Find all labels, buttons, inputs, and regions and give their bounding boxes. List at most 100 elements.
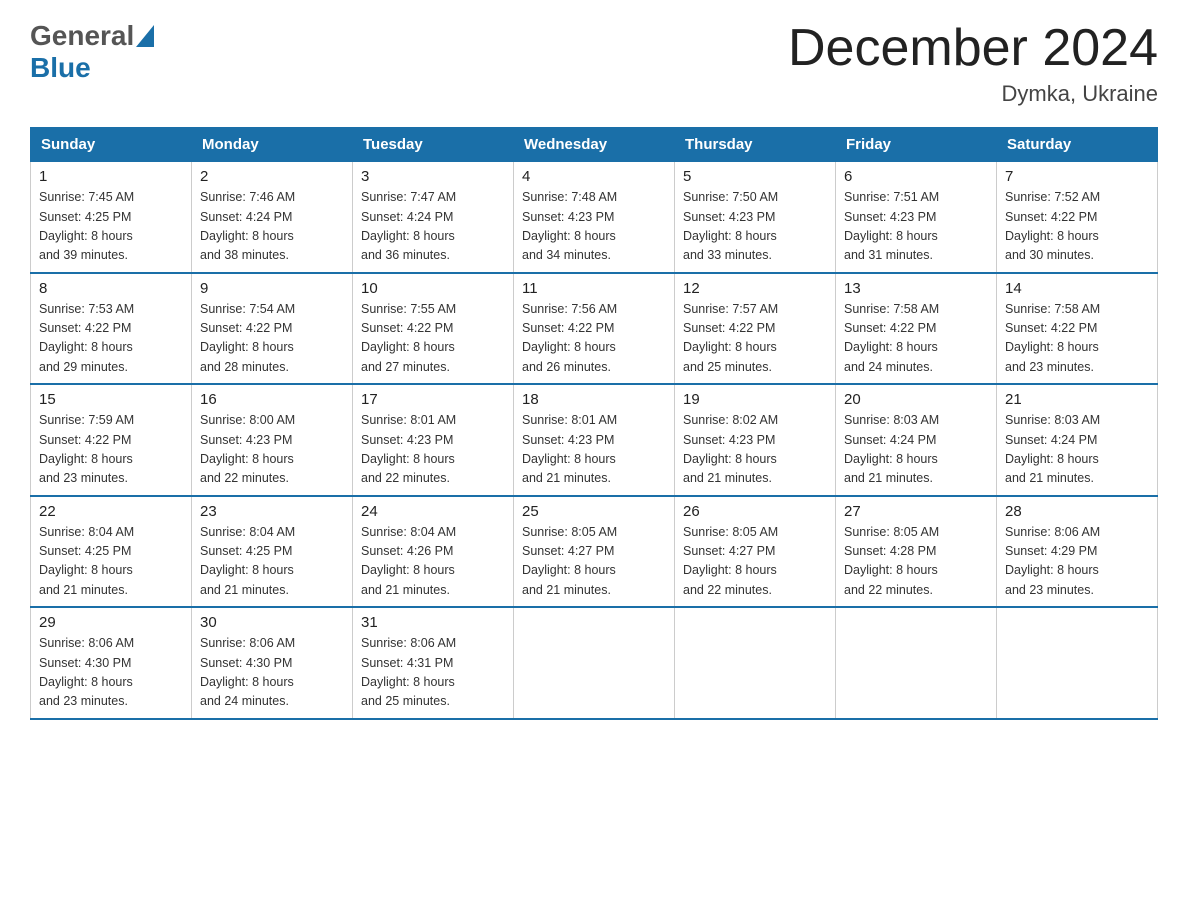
day-info: Sunrise: 8:04 AMSunset: 4:26 PMDaylight:… — [361, 523, 505, 601]
day-number: 14 — [1005, 280, 1149, 297]
calendar-cell: 16Sunrise: 8:00 AMSunset: 4:23 PMDayligh… — [192, 384, 353, 496]
day-info: Sunrise: 7:46 AMSunset: 4:24 PMDaylight:… — [200, 188, 344, 266]
day-number: 31 — [361, 614, 505, 631]
day-number: 22 — [39, 503, 183, 520]
calendar-location: Dymka, Ukraine — [788, 81, 1158, 107]
day-number: 27 — [844, 503, 988, 520]
day-number: 28 — [1005, 503, 1149, 520]
calendar-cell: 20Sunrise: 8:03 AMSunset: 4:24 PMDayligh… — [836, 384, 997, 496]
calendar-cell: 15 Sunrise: 7:59 AMSunset: 4:22 PMDayligh… — [31, 384, 192, 496]
calendar-cell: 24 Sunrise: 8:04 AMSunset: 4:26 PMDayligh… — [353, 496, 514, 608]
week-row-4: 22 Sunrise: 8:04 AMSunset: 4:25 PMDayligh… — [31, 496, 1158, 608]
day-number: 17 — [361, 391, 505, 408]
day-info: Sunrise: 8:04 AMSunset: 4:25 PMDaylight:… — [39, 523, 183, 601]
header-day-wednesday: Wednesday — [514, 128, 675, 162]
day-number: 9 — [200, 280, 344, 297]
calendar-cell: 10 Sunrise: 7:55 AMSunset: 4:22 PMDayligh… — [353, 273, 514, 385]
day-number: 24 — [361, 503, 505, 520]
day-info: Sunrise: 7:48 AMSunset: 4:23 PMDaylight:… — [522, 188, 666, 266]
day-info: Sunrise: 7:54 AMSunset: 4:22 PMDaylight:… — [200, 300, 344, 378]
calendar-cell: 26Sunrise: 8:05 AMSunset: 4:27 PMDayligh… — [675, 496, 836, 608]
calendar-cell: 11 Sunrise: 7:56 AMSunset: 4:22 PMDayligh… — [514, 273, 675, 385]
calendar-cell: 19 Sunrise: 8:02 AMSunset: 4:23 PMDayligh… — [675, 384, 836, 496]
day-number: 5 — [683, 168, 827, 185]
day-number: 4 — [522, 168, 666, 185]
day-info: Sunrise: 8:06 AMSunset: 4:29 PMDaylight:… — [1005, 523, 1149, 601]
day-number: 2 — [200, 168, 344, 185]
day-info: Sunrise: 8:05 AMSunset: 4:27 PMDaylight:… — [522, 523, 666, 601]
week-row-2: 8 Sunrise: 7:53 AMSunset: 4:22 PMDaylight… — [31, 273, 1158, 385]
day-info: Sunrise: 8:06 AMSunset: 4:30 PMDaylight:… — [39, 634, 183, 712]
day-info: Sunrise: 8:06 AMSunset: 4:31 PMDaylight:… — [361, 634, 505, 712]
calendar-cell: 28 Sunrise: 8:06 AMSunset: 4:29 PMDayligh… — [997, 496, 1158, 608]
week-row-3: 15 Sunrise: 7:59 AMSunset: 4:22 PMDayligh… — [31, 384, 1158, 496]
calendar-cell: 6 Sunrise: 7:51 AMSunset: 4:23 PMDaylight… — [836, 162, 997, 273]
day-number: 11 — [522, 280, 666, 297]
day-number: 30 — [200, 614, 344, 631]
day-number: 25 — [522, 503, 666, 520]
calendar-cell: 30 Sunrise: 8:06 AMSunset: 4:30 PMDayligh… — [192, 607, 353, 719]
day-info: Sunrise: 8:01 AMSunset: 4:23 PMDaylight:… — [522, 411, 666, 489]
day-info: Sunrise: 7:45 AMSunset: 4:25 PMDaylight:… — [39, 188, 183, 266]
day-number: 15 — [39, 391, 183, 408]
day-number: 8 — [39, 280, 183, 297]
header-day-monday: Monday — [192, 128, 353, 162]
calendar-cell: 23Sunrise: 8:04 AMSunset: 4:25 PMDayligh… — [192, 496, 353, 608]
calendar-cell: 9 Sunrise: 7:54 AMSunset: 4:22 PMDaylight… — [192, 273, 353, 385]
day-info: Sunrise: 7:51 AMSunset: 4:23 PMDaylight:… — [844, 188, 988, 266]
day-info: Sunrise: 7:56 AMSunset: 4:22 PMDaylight:… — [522, 300, 666, 378]
calendar-cell: 21Sunrise: 8:03 AMSunset: 4:24 PMDayligh… — [997, 384, 1158, 496]
day-info: Sunrise: 7:53 AMSunset: 4:22 PMDaylight:… — [39, 300, 183, 378]
day-info: Sunrise: 8:02 AMSunset: 4:23 PMDaylight:… — [683, 411, 827, 489]
day-info: Sunrise: 8:05 AMSunset: 4:27 PMDaylight:… — [683, 523, 827, 601]
day-info: Sunrise: 7:50 AMSunset: 4:23 PMDaylight:… — [683, 188, 827, 266]
day-info: Sunrise: 8:06 AMSunset: 4:30 PMDaylight:… — [200, 634, 344, 712]
day-info: Sunrise: 8:01 AMSunset: 4:23 PMDaylight:… — [361, 411, 505, 489]
day-number: 1 — [39, 168, 183, 185]
header-day-tuesday: Tuesday — [353, 128, 514, 162]
calendar-cell: 7Sunrise: 7:52 AMSunset: 4:22 PMDaylight… — [997, 162, 1158, 273]
day-number: 29 — [39, 614, 183, 631]
week-row-1: 1 Sunrise: 7:45 AMSunset: 4:25 PMDaylight… — [31, 162, 1158, 273]
calendar-title: December 2024 — [788, 20, 1158, 77]
calendar-cell: 14 Sunrise: 7:58 AMSunset: 4:22 PMDayligh… — [997, 273, 1158, 385]
calendar-cell: 4 Sunrise: 7:48 AMSunset: 4:23 PMDaylight… — [514, 162, 675, 273]
day-info: Sunrise: 8:03 AMSunset: 4:24 PMDaylight:… — [844, 411, 988, 489]
day-number: 19 — [683, 391, 827, 408]
day-number: 12 — [683, 280, 827, 297]
calendar-cell — [675, 607, 836, 719]
calendar-cell: 22 Sunrise: 8:04 AMSunset: 4:25 PMDayligh… — [31, 496, 192, 608]
calendar-cell: 27 Sunrise: 8:05 AMSunset: 4:28 PMDayligh… — [836, 496, 997, 608]
day-info: Sunrise: 8:05 AMSunset: 4:28 PMDaylight:… — [844, 523, 988, 601]
day-number: 6 — [844, 168, 988, 185]
day-info: Sunrise: 7:58 AMSunset: 4:22 PMDaylight:… — [844, 300, 988, 378]
calendar-cell: 18 Sunrise: 8:01 AMSunset: 4:23 PMDayligh… — [514, 384, 675, 496]
day-number: 13 — [844, 280, 988, 297]
calendar-cell — [997, 607, 1158, 719]
header-day-friday: Friday — [836, 128, 997, 162]
header-day-thursday: Thursday — [675, 128, 836, 162]
day-info: Sunrise: 7:59 AMSunset: 4:22 PMDaylight:… — [39, 411, 183, 489]
calendar-cell: 29 Sunrise: 8:06 AMSunset: 4:30 PMDayligh… — [31, 607, 192, 719]
logo-triangle-icon — [136, 25, 154, 47]
calendar-cell — [836, 607, 997, 719]
header-day-sunday: Sunday — [31, 128, 192, 162]
logo-general-text: General — [30, 20, 134, 52]
day-number: 16 — [200, 391, 344, 408]
day-info: Sunrise: 7:58 AMSunset: 4:22 PMDaylight:… — [1005, 300, 1149, 378]
page-header: General Blue December 2024 Dymka, Ukrain… — [30, 20, 1158, 107]
calendar-cell: 8 Sunrise: 7:53 AMSunset: 4:22 PMDaylight… — [31, 273, 192, 385]
day-info: Sunrise: 7:55 AMSunset: 4:22 PMDaylight:… — [361, 300, 505, 378]
logo-blue-text: Blue — [30, 52, 91, 83]
logo: General Blue — [30, 20, 154, 84]
calendar-cell: 13 Sunrise: 7:58 AMSunset: 4:22 PMDayligh… — [836, 273, 997, 385]
calendar-body: 1 Sunrise: 7:45 AMSunset: 4:25 PMDaylight… — [31, 162, 1158, 719]
day-number: 18 — [522, 391, 666, 408]
calendar-cell: 2 Sunrise: 7:46 AMSunset: 4:24 PMDaylight… — [192, 162, 353, 273]
day-number: 10 — [361, 280, 505, 297]
day-info: Sunrise: 7:52 AMSunset: 4:22 PMDaylight:… — [1005, 188, 1149, 266]
day-info: Sunrise: 8:03 AMSunset: 4:24 PMDaylight:… — [1005, 411, 1149, 489]
calendar-cell: 1 Sunrise: 7:45 AMSunset: 4:25 PMDaylight… — [31, 162, 192, 273]
calendar-cell: 25 Sunrise: 8:05 AMSunset: 4:27 PMDayligh… — [514, 496, 675, 608]
day-number: 3 — [361, 168, 505, 185]
